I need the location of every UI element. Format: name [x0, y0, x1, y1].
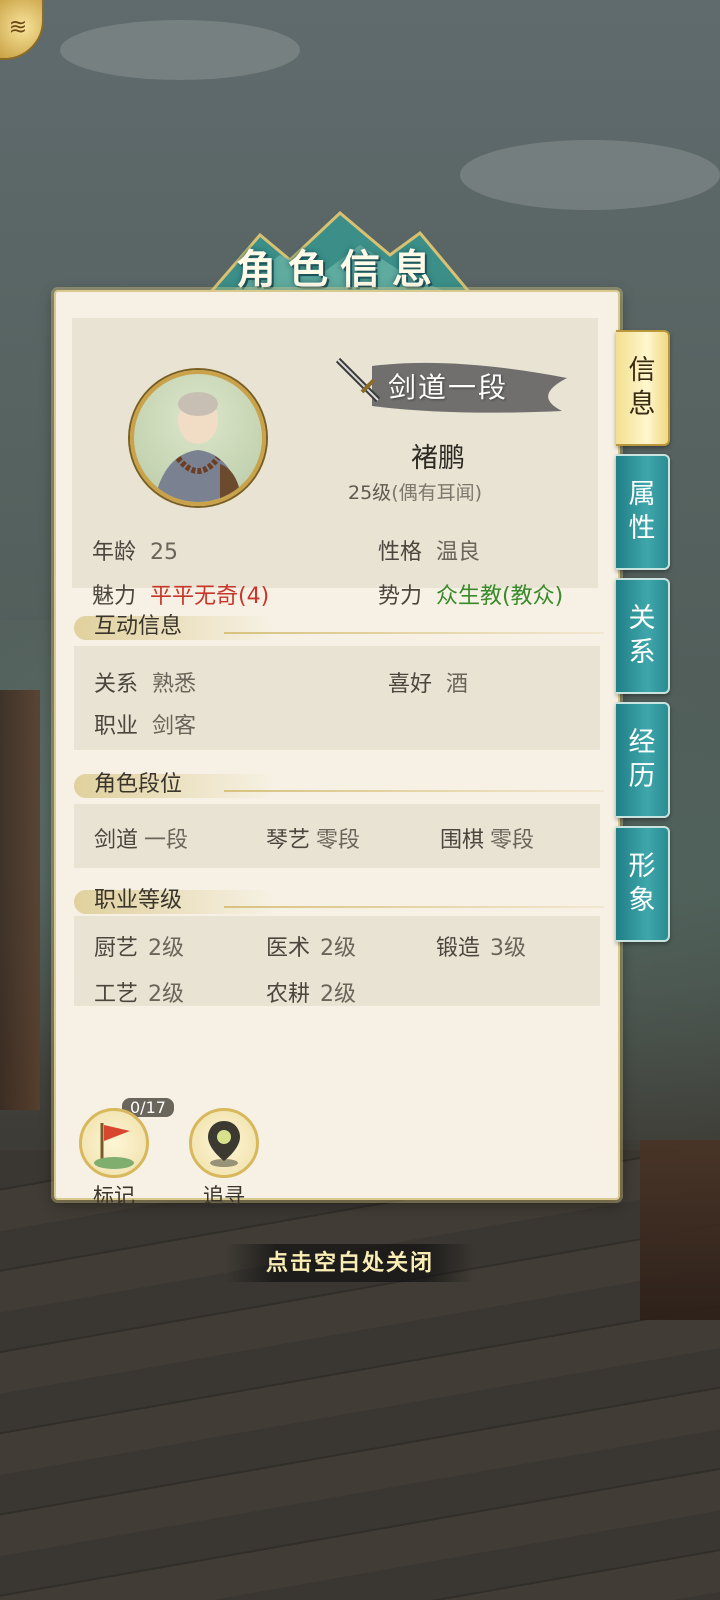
tab-history[interactable]: 经历 — [616, 702, 670, 818]
personality-label: 性格 — [378, 540, 423, 565]
profession-item: 医术 2级 — [266, 936, 357, 961]
window-title: 角色信息 — [236, 246, 444, 293]
close-hint[interactable]: 点击空白处关闭 — [226, 1244, 474, 1282]
age-value: 25 — [150, 540, 179, 565]
background-cloud — [460, 140, 720, 210]
rank-item: 琴艺 零段 — [266, 828, 361, 853]
window-title-banner: 角色信息 — [160, 205, 520, 300]
character-info-panel: 剑道一段 褚鹏 25级(偶有耳闻) 年龄 25 性格 温良 魅力 平平无奇(4) 势力… — [54, 290, 620, 1208]
tab-info[interactable]: 信息 — [616, 330, 670, 446]
track-label: 追寻 — [203, 1184, 245, 1208]
tab-relations[interactable]: 关系 — [616, 578, 670, 694]
rank-label: 剑道一段 — [388, 371, 509, 404]
background-floor — [0, 1150, 720, 1600]
character-header: 剑道一段 褚鹏 25级(偶有耳闻) 年龄 25 性格 温良 魅力 平平无奇(4) 势力… — [72, 318, 598, 609]
personality-value: 温良 — [436, 540, 481, 565]
profession-item: 农耕 2级 — [266, 982, 357, 1007]
personality-row: 性格 温良 — [378, 534, 480, 566]
background-cloud — [60, 20, 300, 80]
menu-button[interactable]: ≋ — [0, 0, 44, 60]
mark-button[interactable]: 标记 — [74, 1108, 154, 1210]
job-row: 职业 剑客 — [94, 714, 197, 739]
age-row: 年龄 25 — [92, 534, 178, 566]
section-professions-title: 职业等级 — [74, 878, 604, 914]
profession-item: 厨艺 2级 — [94, 936, 185, 961]
profession-item: 锻造 3级 — [436, 936, 527, 961]
tab-attributes[interactable]: 属性 — [616, 454, 670, 570]
background-railing-left — [0, 690, 40, 1110]
background-railing-right — [640, 1140, 720, 1320]
section-interaction-title: 互动信息 — [74, 604, 604, 640]
character-name: 褚鹏 — [411, 443, 465, 474]
ranks-info-box: 剑道 一段 琴艺 零段 围棋 零段 — [74, 804, 600, 868]
track-button[interactable]: 追寻 — [184, 1108, 264, 1210]
section-ranks-title: 角色段位 — [74, 762, 604, 798]
menu-icon: ≋ — [8, 14, 28, 40]
interaction-info-box: 关系 熟悉 喜好酒 职业 剑客 — [74, 646, 600, 750]
relation-row: 关系 熟悉 — [94, 672, 197, 697]
level-note: (偶有耳闻) — [391, 482, 483, 504]
hobby-row: 喜好酒 — [388, 672, 469, 697]
avatar-portrait — [154, 392, 242, 502]
location-pin-icon — [208, 1121, 240, 1167]
rank-item: 剑道 一段 — [94, 828, 189, 853]
flag-icon — [94, 1123, 134, 1169]
character-avatar — [130, 370, 266, 506]
rank-item: 围棋 零段 — [440, 828, 535, 853]
level-value: 25级 — [348, 482, 392, 504]
age-label: 年龄 — [92, 540, 137, 565]
professions-info-box: 厨艺 2级 医术 2级 锻造 3级 工艺 2级 农耕 2级 — [74, 916, 600, 1007]
tab-appearance[interactable]: 形象 — [616, 826, 670, 942]
profession-item: 工艺 2级 — [94, 982, 185, 1007]
character-level: 25级(偶有耳闻) — [348, 478, 482, 505]
mark-label: 标记 — [93, 1184, 135, 1208]
